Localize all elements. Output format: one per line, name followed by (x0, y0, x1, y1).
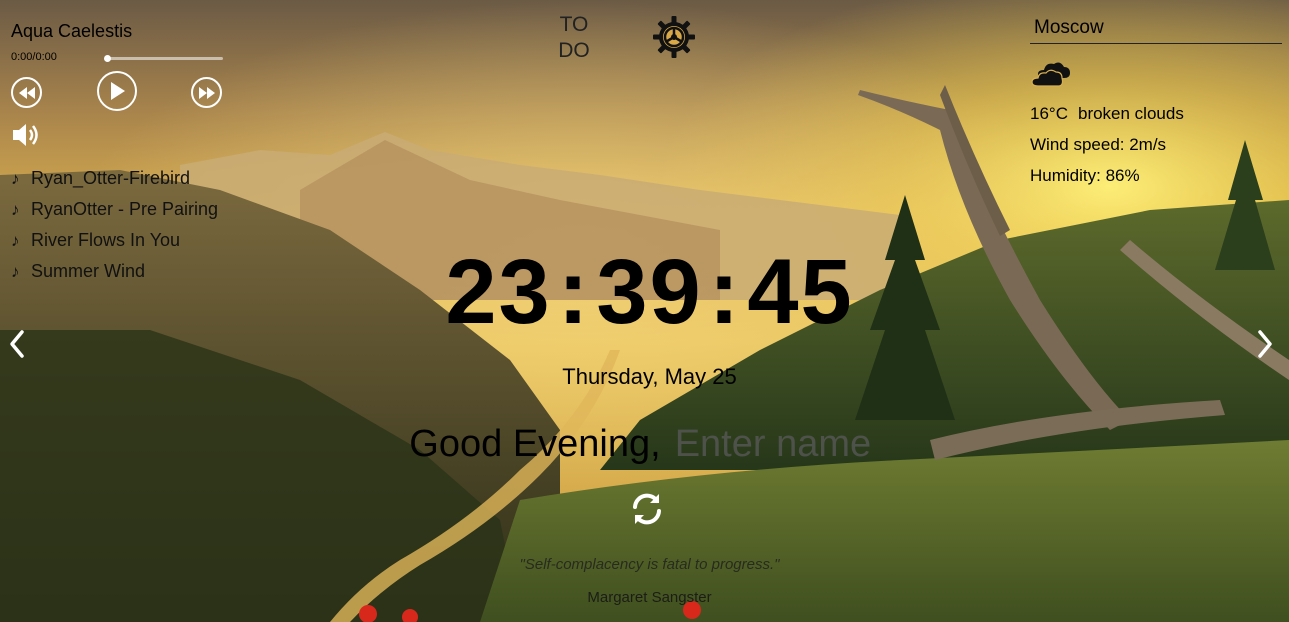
clock-minutes: 39 (596, 241, 703, 343)
clock-separator: : (557, 241, 591, 343)
refresh-quote-button[interactable] (628, 490, 666, 528)
play-icon (111, 82, 125, 100)
volume-control[interactable] (11, 121, 226, 151)
next-track-button[interactable] (191, 77, 222, 108)
quote-author: Margaret Sangster (587, 589, 712, 606)
city-input[interactable]: Moscow (1030, 14, 1282, 44)
settings-button[interactable] (652, 15, 696, 59)
current-track-title: Aqua Caelestis (11, 21, 133, 41)
humidity: Humidity: 86% (1030, 166, 1140, 185)
playlist-item-label: RyanOtter - Pre Pairing (31, 199, 219, 219)
play-button[interactable] (97, 71, 137, 111)
name-input[interactable] (674, 423, 890, 466)
rewind-icon (18, 86, 35, 99)
refresh-icon (633, 493, 661, 525)
track-progress-handle[interactable] (104, 55, 111, 62)
playlist-item[interactable]: ♪ RyanOtter - Pre Pairing (11, 194, 226, 225)
track-progress-bar[interactable] (104, 55, 223, 62)
music-note-icon: ♪ (11, 169, 20, 188)
wind-speed: Wind speed: 2m/s (1030, 135, 1167, 154)
weather-description: broken clouds (1077, 104, 1184, 123)
previous-track-button[interactable] (11, 77, 42, 108)
player-time-row: 0:00/0:00 (11, 49, 226, 65)
fast-forward-icon (198, 86, 215, 99)
todo-label-line1: TO (559, 13, 589, 36)
clock-seconds: 45 (747, 241, 854, 343)
todo-button[interactable]: TO DO (556, 12, 592, 64)
volume-icon (13, 124, 38, 146)
temperature: 16°C (1030, 104, 1068, 123)
broken-clouds-icon (1030, 60, 1072, 92)
weather-summary: 16°C broken clouds (1030, 104, 1282, 124)
playlist-item-label: Ryan_Otter-Firebird (31, 168, 191, 188)
playlist-item[interactable]: ♪ Ryan_Otter-Firebird (11, 163, 226, 194)
clock-hours: 23 (445, 241, 552, 343)
greeting-row: Good Evening, (0, 422, 1289, 466)
clock-separator: : (708, 241, 742, 343)
quote-text: "Self-complacency is fatal to progress." (519, 556, 780, 573)
player-controls (11, 69, 226, 113)
todo-label-line2: DO (558, 39, 590, 62)
track-time: 0:00/0:00 (11, 51, 57, 63)
gear-icon (653, 16, 695, 58)
current-date: Thursday, May 25 (562, 364, 737, 389)
clock: 23:39:45 (0, 242, 1289, 342)
greeting-text: Good Evening, (409, 423, 661, 465)
music-note-icon: ♪ (11, 200, 20, 219)
weather-widget: Moscow 16°C broken clouds Wind speed: 2m/… (1030, 14, 1282, 186)
